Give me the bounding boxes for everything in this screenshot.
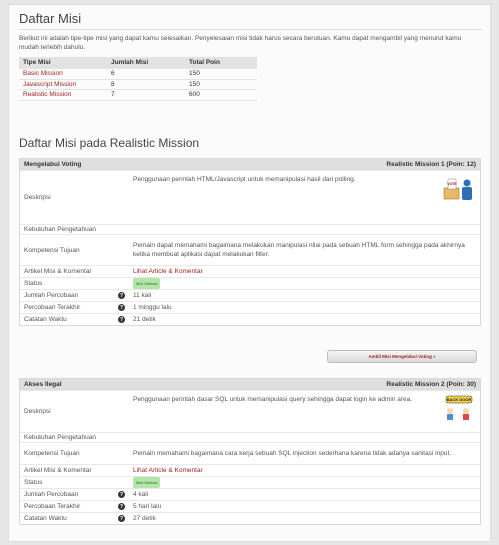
label-artikel: Artikel Misi & Komentar: [24, 268, 92, 275]
cell-points: 150: [185, 68, 257, 80]
label-kompetensi: Kompetensi Tujuan: [24, 246, 80, 254]
link-basic-mission[interactable]: Basic Mission: [19, 68, 107, 80]
mission-header: Mengelabui Voting Realistic Mission 1 (P…: [20, 159, 480, 170]
mission-name: Mengelabui Voting: [24, 161, 82, 168]
label-kompetensi: Kompetensi Tujuan: [24, 450, 80, 457]
article-link[interactable]: Lihat Article & Komentar: [133, 267, 203, 276]
label-terakhir: Percobaan Terakhir: [24, 304, 81, 311]
svg-text:VOTE: VOTE: [447, 182, 457, 186]
label-waktu: Catatan Waktu: [24, 316, 67, 323]
cell-count: 6: [107, 68, 185, 80]
help-icon[interactable]: ?: [118, 316, 125, 323]
kebutuhan-value: [129, 433, 480, 442]
status-badge: Misi Selesai: [133, 278, 161, 289]
mission-type-table: Tipe Misi Jumlah Misi Total Poin Basic M…: [19, 57, 257, 101]
help-icon[interactable]: ?: [118, 503, 125, 510]
page-container: Daftar Misi Berikut ini adalah tipe-tipe…: [8, 4, 491, 542]
terakhir-value: 1 minggu lalu: [133, 304, 172, 311]
vote-illustration-icon: VOTE: [443, 178, 472, 200]
link-javascript-mission[interactable]: Javascript Mission: [19, 79, 107, 90]
kebutuhan-value: [129, 225, 480, 234]
cell-points: 150: [185, 79, 257, 90]
cell-count: 7: [107, 89, 185, 101]
cell-count: 8: [107, 79, 185, 90]
waktu-value: 21 detik: [133, 316, 156, 323]
mission-tag: Realistic Mission 2 (Poin: 30): [386, 381, 476, 388]
label-waktu: Catatan Waktu: [24, 515, 67, 522]
jumlah-value: 4 kali: [133, 491, 149, 498]
terakhir-value: 5 hari lalu: [133, 503, 162, 510]
cell-points: 600: [185, 89, 257, 101]
title-divider: [19, 29, 482, 30]
help-icon[interactable]: ?: [118, 491, 125, 498]
help-icon[interactable]: ?: [118, 515, 125, 522]
label-kebutuhan: Kebutuhan Pengetahuan: [24, 434, 96, 441]
mission-header: Akses Ilegal Realistic Mission 2 (Poin: …: [20, 379, 480, 390]
col-header-points: Total Poin: [185, 57, 257, 69]
help-icon[interactable]: ?: [118, 292, 125, 299]
section-title: Daftar Misi pada Realistic Mission: [19, 136, 200, 150]
mission-name: Akses Ilegal: [24, 381, 62, 388]
kompetensi-value: Pemain memahami bagaimana cara kerja seb…: [133, 450, 452, 457]
mission-description: Penggunaan perintah HTML/Javascript untu…: [133, 176, 356, 183]
waktu-value: 27 detik: [133, 515, 156, 522]
jumlah-value: 11 kali: [133, 292, 152, 299]
status-badge: Misi Selesai: [133, 477, 161, 488]
article-link[interactable]: Lihat Article & Komentar: [133, 466, 203, 475]
page-title: Daftar Misi: [19, 11, 82, 26]
label-jumlah: Jumlah Percobaan: [24, 491, 79, 498]
link-realistic-mission[interactable]: Realistic Mission: [19, 89, 107, 101]
label-kebutuhan: Kebutuhan Pengetahuan: [24, 226, 96, 233]
table-row: Javascript Mission 8 150: [19, 79, 257, 90]
mission-card-1: Mengelabui Voting Realistic Mission 1 (P…: [19, 158, 481, 326]
mission-tag: Realistic Mission 1 (Poin: 12): [386, 161, 476, 168]
col-header-type: Tipe Misi: [19, 57, 107, 69]
label-artikel: Artikel Misi & Komentar: [24, 467, 92, 474]
svg-text:BACK DOOR: BACK DOOR: [447, 397, 472, 402]
label-terakhir: Percobaan Terakhir: [24, 503, 81, 510]
table-row: Realistic Mission 7 600: [19, 89, 257, 101]
kompetensi-value: Pemain dapat memahami bagaimana melakuka…: [133, 242, 465, 258]
intro-text: Berikut ini adalah tipe-tipe misi yang d…: [19, 35, 462, 51]
label-deskripsi: Deskripsi: [24, 194, 51, 201]
mission-description: Penggunaan perintah dasar SQL untuk mema…: [133, 396, 413, 403]
table-row: Basic Mission 6 150: [19, 68, 257, 80]
take-mission-button[interactable]: Ambil Misi Mengelabui Voting »: [327, 350, 477, 363]
label-jumlah: Jumlah Percobaan: [24, 292, 79, 299]
help-icon[interactable]: ?: [118, 304, 125, 311]
label-status: Status: [24, 479, 43, 486]
col-header-count: Jumlah Misi: [107, 57, 185, 69]
mission-card-2: Akses Ilegal Realistic Mission 2 (Poin: …: [19, 378, 481, 525]
label-deskripsi: Deskripsi: [24, 408, 51, 415]
backdoor-illustration-icon: BACK DOOR: [445, 395, 473, 420]
label-status: Status: [24, 280, 43, 287]
